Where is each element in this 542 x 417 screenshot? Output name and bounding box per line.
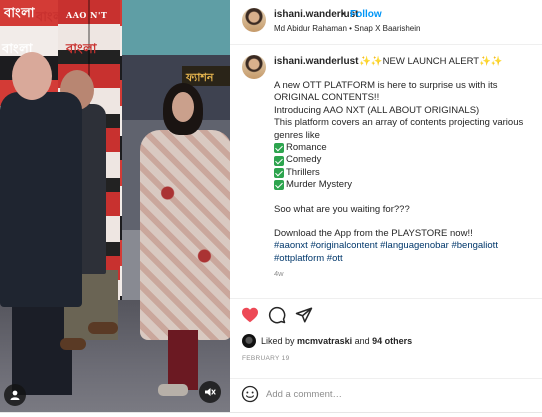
genre-label: Thrillers	[286, 166, 320, 178]
check-mark-icon	[274, 180, 284, 191]
comment-bar	[230, 378, 542, 408]
backdrop-text: বাংলা	[36, 10, 68, 25]
backdrop-logo-text: AAO N'T	[66, 10, 108, 20]
share-icon	[295, 307, 313, 323]
genre-item: Murder Mystery	[274, 179, 538, 191]
likes-summary[interactable]: Liked by mcmvatraski and 94 others	[242, 334, 412, 348]
caption-body: A new OTT PLATFORM is here to surprise u…	[274, 80, 538, 281]
person-body	[0, 92, 82, 307]
comment-input[interactable]	[266, 386, 526, 402]
follow-button[interactable]: Follow	[350, 9, 382, 20]
caption-headline: ✨✨NEW LAUNCH ALERT✨✨	[359, 56, 503, 67]
post-sidebar: ishani.wanderlust • Follow Md Abidur Rah…	[230, 0, 542, 412]
post-photo[interactable]: বাংলা বাংলা বাংলা বাংলা AAO N'T ফ্যাশন	[0, 0, 230, 412]
likes-conjunction: and	[354, 336, 370, 346]
likes-count[interactable]: 94 others	[372, 336, 412, 346]
person-head	[172, 92, 194, 122]
backdrop-text: বাংলা	[66, 42, 98, 57]
person-head	[12, 52, 52, 100]
genre-item: Romance	[274, 142, 538, 154]
caption-download: Download the App from the PLAYSTORE now!…	[274, 228, 473, 240]
header-subtitle[interactable]: Md Abidur Rahaman • Snap X Baarishein	[274, 24, 420, 33]
check-mark-icon	[274, 155, 284, 166]
liker-username[interactable]: mcmvatraski	[297, 336, 352, 346]
avatar[interactable]	[242, 8, 266, 32]
mute-button[interactable]	[199, 381, 221, 403]
genre-label: Romance	[286, 142, 327, 154]
post-header: ishani.wanderlust • Follow Md Abidur Rah…	[230, 0, 542, 45]
shoe	[88, 322, 118, 334]
sandal	[158, 384, 188, 396]
separator-dot: •	[341, 9, 345, 20]
header-username[interactable]: ishani.wanderlust	[274, 9, 358, 20]
user-tag-icon	[10, 390, 20, 400]
caption-paragraph: A new OTT PLATFORM is here to surprise u…	[274, 80, 524, 141]
genre-label: Murder Mystery	[286, 179, 352, 191]
action-bar	[230, 298, 542, 328]
check-mark-icon	[274, 168, 284, 179]
user-tag-button[interactable]	[4, 384, 26, 406]
caption-avatar[interactable]	[242, 55, 266, 79]
emoji-icon	[241, 385, 259, 403]
share-button[interactable]	[294, 305, 314, 325]
caption-username[interactable]: ishani.wanderlust	[274, 56, 358, 67]
caption-hashtags[interactable]: #aaonxt #originalcontent #languagenobar …	[274, 240, 538, 265]
shop-sign: ফ্যাশন	[182, 66, 230, 86]
comment-button[interactable]	[267, 305, 287, 325]
shoe	[60, 338, 86, 350]
post-date: FEBRUARY 19	[242, 355, 290, 362]
liker-avatar	[242, 334, 256, 348]
bottom-divider	[0, 412, 542, 417]
like-button[interactable]	[240, 305, 260, 325]
genre-item: Comedy	[274, 154, 538, 166]
genre-label: Comedy	[286, 154, 322, 166]
check-mark-icon	[274, 143, 284, 154]
backdrop-text: বাংলা	[4, 6, 36, 21]
comment-icon	[268, 306, 286, 324]
person-shawl	[140, 130, 230, 340]
emoji-button[interactable]	[241, 385, 259, 403]
caption-question: Soo what are you waiting for???	[274, 203, 410, 215]
genre-item: Thrillers	[274, 167, 538, 179]
caption-time: 4w	[274, 269, 284, 279]
person-legs	[168, 330, 198, 390]
likes-prefix: Liked by	[261, 336, 295, 346]
heart-icon	[242, 307, 258, 323]
mute-icon	[205, 388, 216, 396]
